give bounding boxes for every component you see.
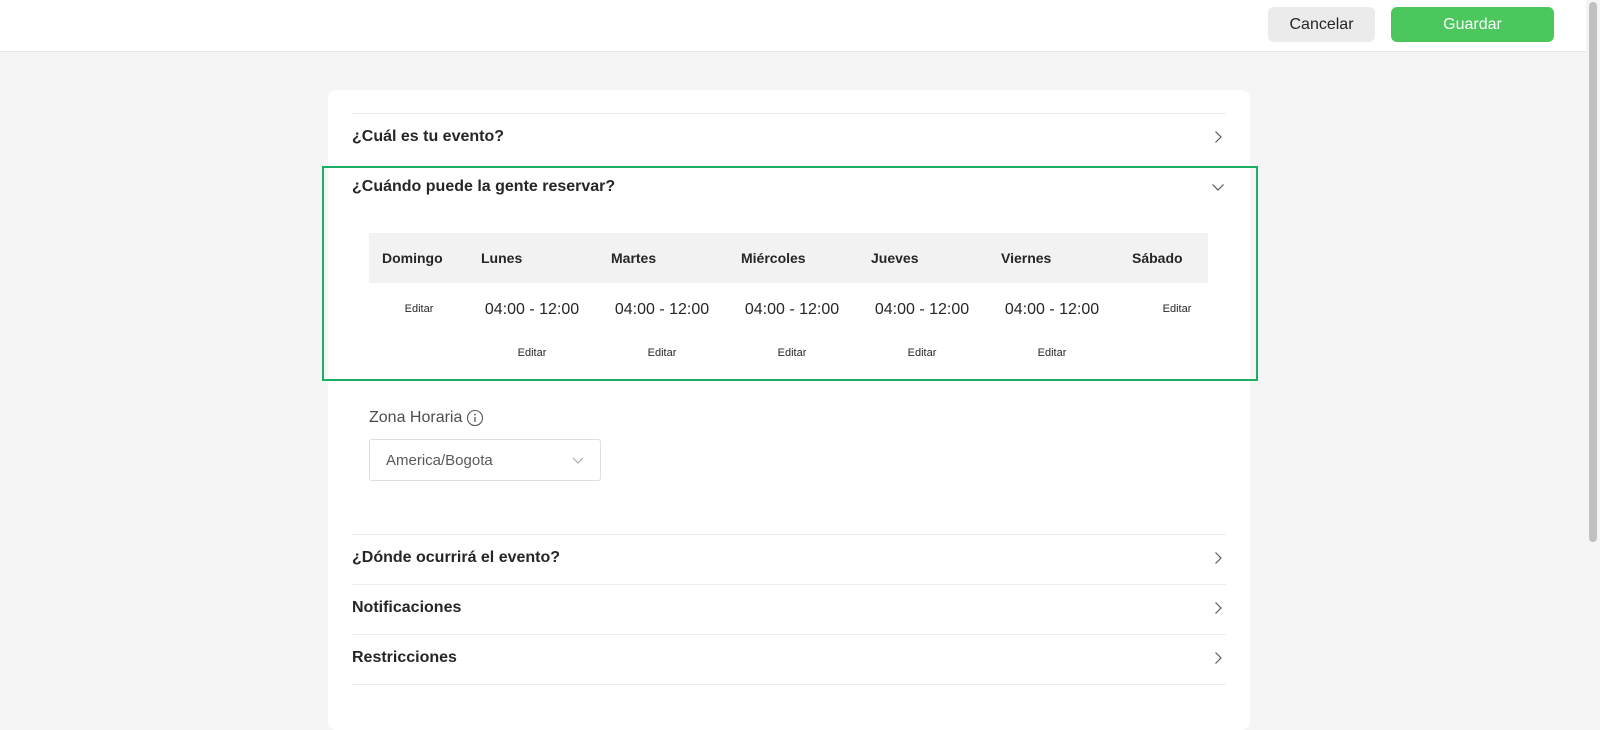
- section-notifications-title: Notificaciones: [352, 599, 462, 616]
- day-header-saturday: Sábado: [1132, 250, 1183, 266]
- edit-monday-link[interactable]: Editar: [477, 347, 587, 359]
- chevron-down-icon: [570, 452, 586, 468]
- section-restrictions-title: Restricciones: [352, 649, 457, 666]
- edit-tuesday-link[interactable]: Editar: [607, 347, 717, 359]
- edit-wednesday-link[interactable]: Editar: [737, 347, 847, 359]
- section-when[interactable]: ¿Cuándo puede la gente reservar?: [352, 163, 1226, 211]
- timezone-label-text: Zona Horaria: [369, 409, 463, 426]
- timezone-select[interactable]: America/Bogota: [369, 439, 601, 481]
- chevron-right-icon: [1210, 129, 1226, 145]
- section-where[interactable]: ¿Dónde ocurrirá el evento?: [352, 534, 1226, 582]
- save-button[interactable]: Guardar: [1391, 7, 1554, 42]
- scrollbar[interactable]: [1586, 0, 1600, 717]
- edit-sunday-link[interactable]: Editar: [369, 303, 469, 315]
- scrollbar-thumb[interactable]: [1589, 2, 1597, 542]
- day-header-sunday: Domingo: [382, 250, 443, 266]
- chevron-right-icon: [1210, 550, 1226, 566]
- chevron-right-icon: [1210, 600, 1226, 616]
- day-header-monday: Lunes: [481, 250, 523, 266]
- timezone-select-value: America/Bogota: [386, 451, 493, 469]
- section-when-title: ¿Cuándo puede la gente reservar?: [352, 178, 616, 195]
- event-settings-card: ¿Cuál es tu evento? ¿Cuándo puede la gen…: [328, 90, 1250, 730]
- time-range-thursday: 04:00 - 12:00: [874, 301, 970, 318]
- timezone-label: Zona Horaria: [369, 409, 484, 427]
- time-range-wednesday: 04:00 - 12:00: [744, 301, 840, 318]
- section-event-title: ¿Cuál es tu evento?: [352, 128, 505, 145]
- time-range-friday: 04:00 - 12:00: [1004, 301, 1100, 318]
- schedule-body: Editar 04:00 - 12:00 Editar 04:00 - 12:0…: [369, 283, 1208, 383]
- schedule-header: Domingo Lunes Martes Miércoles Jueves Vi…: [369, 233, 1208, 283]
- top-toolbar: Cancelar Guardar: [0, 0, 1586, 52]
- chevron-down-icon: [1210, 179, 1226, 195]
- day-header-friday: Viernes: [1001, 250, 1052, 266]
- info-icon[interactable]: [466, 409, 484, 427]
- section-event[interactable]: ¿Cuál es tu evento?: [352, 113, 1226, 161]
- section-restrictions[interactable]: Restricciones: [352, 634, 1226, 682]
- section-where-title: ¿Dónde ocurrirá el evento?: [352, 549, 561, 566]
- edit-thursday-link[interactable]: Editar: [867, 347, 977, 359]
- day-header-thursday: Jueves: [871, 250, 919, 266]
- section-notifications[interactable]: Notificaciones: [352, 584, 1226, 632]
- day-header-wednesday: Miércoles: [741, 250, 806, 266]
- edit-friday-link[interactable]: Editar: [997, 347, 1107, 359]
- divider: [352, 684, 1226, 685]
- time-range-monday: 04:00 - 12:00: [484, 301, 580, 318]
- day-header-tuesday: Martes: [611, 250, 657, 266]
- time-range-tuesday: 04:00 - 12:00: [614, 301, 710, 318]
- cancel-button[interactable]: Cancelar: [1268, 7, 1375, 42]
- weekly-schedule: Domingo Lunes Martes Miércoles Jueves Vi…: [369, 233, 1208, 383]
- chevron-right-icon: [1210, 650, 1226, 666]
- edit-saturday-link[interactable]: Editar: [1127, 303, 1227, 315]
